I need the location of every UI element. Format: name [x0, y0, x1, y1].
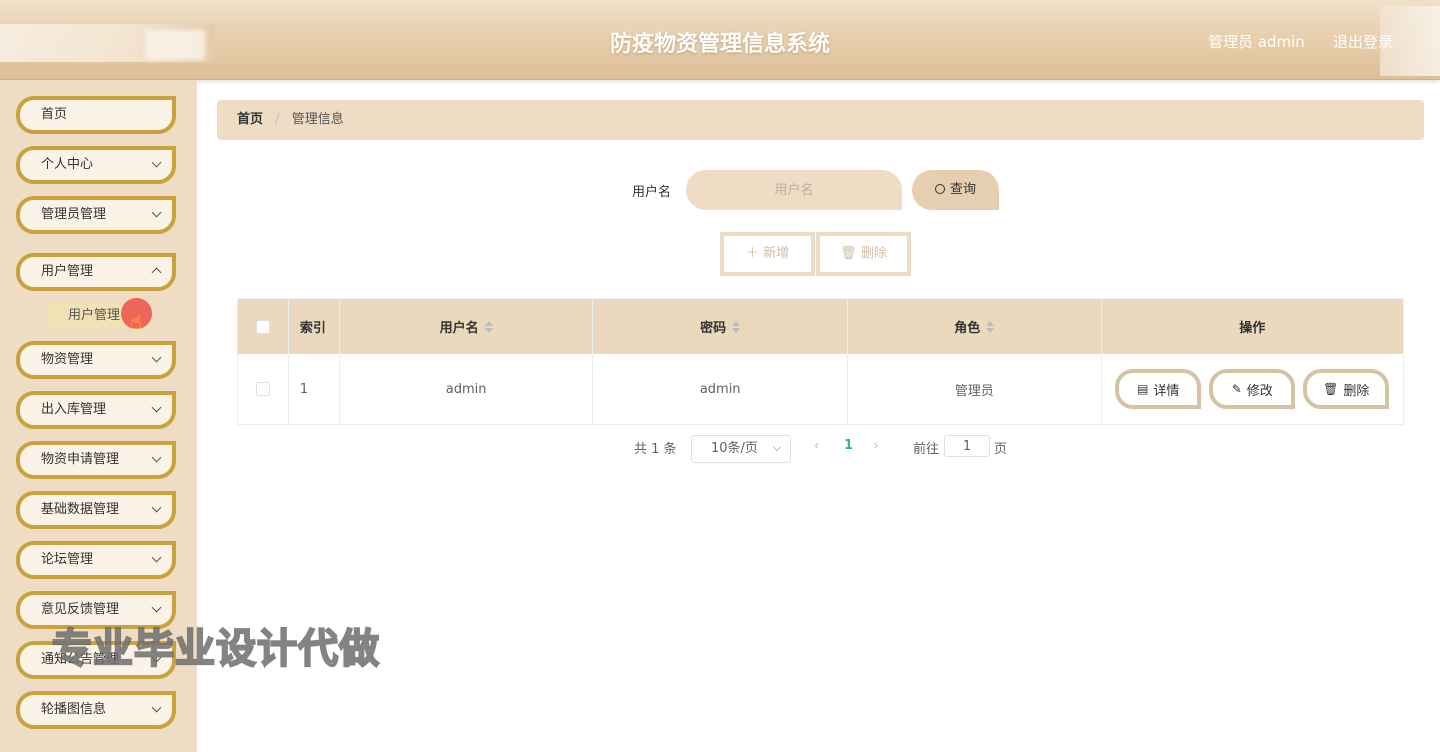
document-icon: ▤ — [1137, 382, 1149, 396]
search-label: 用户名 — [632, 185, 672, 200]
chevron-down-icon — [151, 652, 162, 663]
username-search-input[interactable] — [686, 170, 902, 210]
goto-page-input[interactable] — [944, 435, 990, 457]
row-username: admin — [340, 354, 594, 424]
search-button[interactable]: 查询 — [912, 170, 999, 210]
select-all-checkbox[interactable] — [255, 319, 270, 334]
sidebar-item-label: 通知公告管理 — [41, 652, 120, 667]
sidebar-item-profile[interactable]: 个人中心 — [16, 146, 176, 184]
page-size-value: 10条/页 — [711, 441, 758, 456]
sidebar-item-label: 物资申请管理 — [41, 452, 120, 467]
header-username-label: 用户名 — [439, 321, 479, 336]
breadcrumb-current: 管理信息 — [291, 112, 344, 127]
trash-icon: 🗑 — [1323, 382, 1339, 396]
header-role[interactable]: 角色 — [848, 299, 1102, 354]
row-password: admin — [593, 354, 848, 424]
current-user: 管理员 admin — [1208, 33, 1305, 51]
sidebar-item-label: 论坛管理 — [41, 552, 94, 567]
chevron-up-icon — [151, 267, 162, 278]
top-header: 防疫物资管理信息系统 管理员 admin 退出登录 — [0, 0, 1440, 80]
sidebar-item-forum[interactable]: 论坛管理 — [16, 541, 176, 579]
chevron-down-icon — [151, 502, 162, 513]
chevron-down-icon — [151, 157, 162, 168]
sort-icon[interactable] — [986, 320, 995, 333]
sidebar-item-label: 管理员管理 — [41, 207, 107, 222]
chevron-down-icon — [151, 352, 162, 363]
search-icon — [934, 184, 945, 194]
next-page-button[interactable]: › — [873, 438, 879, 454]
sort-icon[interactable] — [732, 320, 741, 333]
sidebar-item-label: 首页 — [41, 107, 68, 122]
breadcrumb-home[interactable]: 首页 — [237, 112, 263, 127]
sidebar-item-supplies[interactable]: 物资管理 — [16, 341, 176, 379]
chevron-down-icon — [151, 452, 162, 463]
row-role: 管理员 — [848, 354, 1102, 424]
search-button-label: 查询 — [949, 182, 976, 197]
goto-label: 前往 — [913, 442, 940, 457]
add-button[interactable]: ＋ 新增 — [720, 232, 815, 276]
sidebar-item-home[interactable]: 首页 — [16, 96, 176, 134]
breadcrumb-separator: / — [275, 112, 280, 127]
plus-icon: ＋ — [745, 246, 759, 261]
header-index-label: 索引 — [299, 321, 326, 336]
page-size-select[interactable]: 10条/页 — [691, 435, 791, 463]
sidebar-item-admin-management[interactable]: 管理员管理 — [16, 196, 176, 234]
batch-delete-button[interactable]: 🗑 删除 — [816, 232, 911, 276]
trash-icon: 🗑 — [840, 246, 857, 261]
row-ops: ▤ 详情 ✎ 修改 🗑 删除 — [1102, 354, 1403, 424]
logout-link[interactable]: 退出登录 — [1333, 31, 1393, 52]
page-number[interactable]: 1 — [844, 438, 853, 453]
sidebar-item-label: 物资管理 — [41, 352, 94, 367]
delete-button-label: 删除 — [1343, 383, 1370, 399]
row-checkbox-cell — [238, 354, 289, 424]
sidebar-item-inout[interactable]: 出入库管理 — [16, 391, 176, 429]
data-table: 索引 用户名 密码 角色 操作 1 admin admin 管理员 ▤ 详情 ✎ 修… — [237, 298, 1404, 425]
table-row: 1 admin admin 管理员 ▤ 详情 ✎ 修改 🗑 删除 — [238, 354, 1403, 424]
sidebar-item-notices[interactable]: 通知公告管理 — [16, 641, 176, 679]
delete-button[interactable]: 🗑 删除 — [1303, 369, 1390, 409]
table-header: 索引 用户名 密码 角色 操作 — [238, 299, 1403, 354]
sidebar-item-label: 出入库管理 — [41, 402, 107, 417]
header-username[interactable]: 用户名 — [340, 299, 594, 354]
chevron-down-icon — [772, 442, 782, 452]
chevron-down-icon — [151, 702, 162, 713]
header-ops-label: 操作 — [1239, 321, 1266, 336]
sidebar-item-applications[interactable]: 物资申请管理 — [16, 441, 176, 479]
sidebar-item-label: 意见反馈管理 — [41, 602, 120, 617]
prev-page-button[interactable]: ‹ — [814, 438, 820, 454]
header-role-label: 角色 — [954, 321, 981, 336]
sidebar-item-label: 用户管理 — [41, 264, 94, 279]
chevron-down-icon — [151, 552, 162, 563]
pencil-icon: ✎ — [1231, 382, 1242, 396]
sidebar-item-base-data[interactable]: 基础数据管理 — [16, 491, 176, 529]
edit-button[interactable]: ✎ 修改 — [1209, 369, 1296, 409]
sidebar-item-user-management[interactable]: 用户管理 — [16, 253, 176, 291]
batch-delete-label: 删除 — [860, 246, 887, 261]
detail-button-label: 详情 — [1153, 383, 1180, 399]
detail-button[interactable]: ▤ 详情 — [1115, 369, 1202, 409]
edit-button-label: 修改 — [1246, 383, 1273, 399]
header-ops: 操作 — [1102, 299, 1403, 354]
header-password[interactable]: 密码 — [593, 299, 848, 354]
sidebar-item-label: 基础数据管理 — [41, 502, 120, 517]
chevron-down-icon — [151, 207, 162, 218]
page-unit-label: 页 — [994, 442, 1008, 457]
header-checkbox-cell — [238, 299, 289, 354]
hand-cursor-icon: ☝ — [130, 310, 143, 334]
sidebar-item-label: 个人中心 — [41, 157, 94, 172]
pagination-total: 共 1 条 — [634, 442, 677, 457]
row-index: 1 — [289, 354, 340, 424]
sort-icon[interactable] — [484, 320, 493, 333]
sidebar-item-feedback[interactable]: 意见反馈管理 — [16, 591, 176, 629]
chevron-down-icon — [151, 402, 162, 413]
header-index: 索引 — [289, 299, 340, 354]
add-button-label: 新增 — [763, 246, 790, 261]
breadcrumb: 首页 / 管理信息 — [217, 100, 1424, 140]
sidebar-item-carousel[interactable]: 轮播图信息 — [16, 691, 176, 729]
row-checkbox[interactable] — [255, 382, 270, 396]
sidebar-item-label: 轮播图信息 — [41, 702, 107, 717]
chevron-down-icon — [151, 602, 162, 613]
header-password-label: 密码 — [700, 321, 727, 336]
